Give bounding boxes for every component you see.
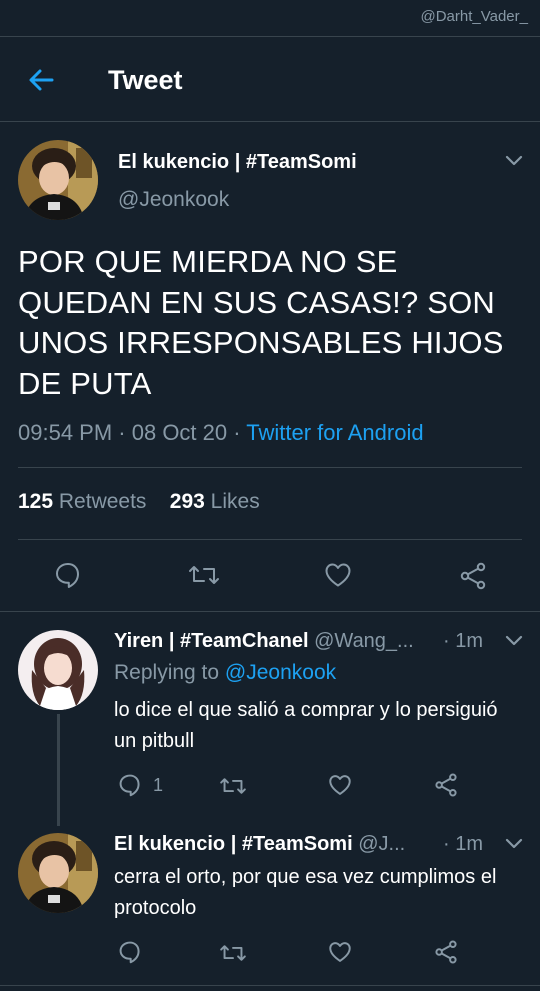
retweets-stat[interactable]: 125 Retweets [18, 490, 146, 513]
likes-stat[interactable]: 293 Likes [170, 490, 260, 513]
thread-connector-line [57, 714, 60, 826]
tweet-meta: 09:54 PM · 08 Oct 20 · Twitter for Andro… [18, 420, 424, 446]
reply-button[interactable] [54, 561, 82, 589]
retweet-button[interactable] [219, 942, 247, 964]
likes-label: Likes [210, 490, 260, 513]
replying-prefix: Replying to [114, 661, 220, 684]
divider [18, 539, 522, 540]
reply-time: · 1m [443, 833, 483, 855]
top-bar: Tweet [0, 36, 540, 122]
chevron-down-icon[interactable] [504, 154, 524, 168]
tweet-time: 09:54 PM [18, 420, 113, 445]
reply-count: 1 [153, 775, 164, 795]
tweet-stats: 125 Retweets 293 Likes [18, 490, 260, 514]
main-author-avatar[interactable] [18, 140, 98, 220]
tweet-source-link[interactable]: Twitter for Android [246, 420, 423, 445]
reply-author-avatar[interactable] [18, 833, 98, 913]
tweet-date: 08 Oct 20 [131, 420, 228, 445]
reply-button[interactable] [118, 940, 142, 964]
section-divider [0, 611, 540, 612]
likes-count: 293 [169, 490, 205, 513]
meta-separator: · [112, 420, 132, 445]
reply-author-handle[interactable]: @Wang_... [314, 630, 414, 652]
reply-author-name[interactable]: Yiren | #TeamChanel [114, 630, 309, 652]
reply-author-handle[interactable]: @J... [358, 833, 405, 855]
share-button[interactable] [434, 940, 458, 964]
reply-button[interactable] [118, 773, 142, 797]
page-title: Tweet [108, 65, 183, 95]
meta-separator: · [227, 420, 247, 445]
reply-header: El kukencio | #TeamSomi @J... [114, 833, 434, 856]
watermark: @Darht_Vader_ [420, 8, 528, 25]
section-divider [0, 985, 540, 986]
main-author-handle[interactable]: @Jeonkook [118, 188, 229, 212]
mention-link[interactable]: @Jeonkook [225, 661, 336, 684]
like-button[interactable] [328, 941, 352, 963]
main-author-name[interactable]: El kukencio | #TeamSomi [118, 151, 357, 174]
share-button[interactable] [459, 562, 487, 590]
divider [18, 467, 522, 468]
reply-header: Yiren | #TeamChanel @Wang_... [114, 630, 464, 653]
chevron-down-icon[interactable] [504, 837, 524, 851]
reply-text: cerra el orto, por que esa vez cumplimos… [114, 866, 497, 919]
retweets-label: Retweets [58, 490, 147, 513]
back-arrow-icon[interactable] [26, 65, 56, 95]
retweet-button[interactable] [219, 775, 247, 797]
retweet-button[interactable] [188, 562, 220, 588]
chevron-down-icon[interactable] [504, 634, 524, 648]
reply-text: lo dice el que salió a comprar y lo pers… [114, 699, 498, 752]
like-button[interactable] [324, 562, 352, 588]
reply-author-name[interactable]: El kukencio | #TeamSomi [114, 833, 353, 855]
tweet-text: POR QUE MIERDA NO SE QUEDAN EN SUS CASAS… [18, 244, 504, 401]
like-button[interactable] [328, 774, 352, 796]
share-button[interactable] [434, 773, 458, 797]
replying-to-line: Replying to @Jeonkook [114, 661, 336, 685]
retweets-count: 125 [18, 490, 54, 513]
reply-time: · 1m [443, 630, 483, 652]
reply-author-avatar[interactable] [18, 630, 98, 710]
